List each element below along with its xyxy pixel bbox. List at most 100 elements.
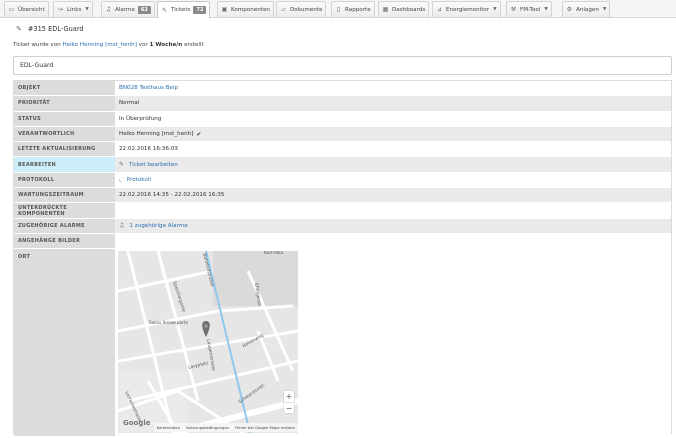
tab-label: Anlagen <box>576 6 599 13</box>
tab-label: Energiemonitor <box>446 6 490 13</box>
tab-links[interactable]: ↪ Links ▼ <box>53 1 93 17</box>
detail-row-zugehoerige-alarme: ZUGEHÖRIGE ALARME ♫ 1 zugehörige Alarme <box>14 218 671 234</box>
zoom-in-button[interactable]: + <box>284 391 294 402</box>
detail-row-prioritaet: PRIORITÄT Normal <box>14 96 671 112</box>
chart-icon: ⊿ <box>436 6 443 13</box>
detail-row-bearbeiten: BEARBEITEN ✎ Ticket bearbeiten <box>14 157 671 173</box>
detail-row-objekt: OBJEKT BN028 Testhaus Belp <box>14 81 671 97</box>
related-alarms-link[interactable]: 1 zugehörige Alarme <box>129 223 187 229</box>
map-attribution: Kartendaten Nutzungsbedingungen Fehler b… <box>153 423 298 433</box>
ticket-icon: ✎ <box>16 25 22 33</box>
ticket-name: EDL-Guard <box>20 62 54 69</box>
detail-label: LETZTE AKTUALISIERUNG <box>14 142 115 157</box>
tab-label: Dokumente <box>290 6 323 13</box>
document-icon: ▯ <box>336 6 341 13</box>
detail-row-wartungszeitraum: WARTUNGSZEITRAUM 22.02.2016 14:35 - 22.0… <box>14 188 671 204</box>
created-info: Ticket wurde von Heiko Henning [mst_henh… <box>13 42 204 48</box>
suppressed-components-value <box>115 203 671 218</box>
created-suffix: erstellt <box>184 42 204 48</box>
tab-fm-tool[interactable]: ⚒ FM-Tool ▼ <box>506 1 552 17</box>
ticket-count-badge: 72 <box>193 6 207 14</box>
last-update-value: 22.02.2016 16:36:03 <box>115 142 671 157</box>
folder-icon: ▱ <box>281 6 286 13</box>
tab-label: FM-Tool <box>520 6 541 13</box>
tab-alarme[interactable]: ♫ Alarme 62 <box>101 1 155 17</box>
page-title: ✎ #315 EDL-Guard <box>16 25 84 33</box>
detail-label: ORT <box>14 249 115 437</box>
tab-dashboards[interactable]: ▦ Dashboards <box>378 1 430 17</box>
detail-row-verantwortlich: VERANTWORTLICH Heiko Henning [mst_henh] ✔ <box>14 126 671 143</box>
detail-row-angehaenge-bilder: ANGEHÄNGE BILDER <box>14 233 671 250</box>
detail-label: ANGEHÄNGE BILDER <box>14 233 115 249</box>
share-icon: ↪ <box>57 6 64 13</box>
tab-energiemonitor[interactable]: ⊿ Energiemonitor ▼ <box>432 1 501 17</box>
ticket-name-field: EDL-Guard <box>13 56 672 75</box>
detail-label: BEARBEITEN <box>14 157 115 172</box>
report-error-link[interactable]: Fehler bei Google Maps melden <box>232 425 298 430</box>
detail-label: ZUGEHÖRIGE ALARME <box>14 218 115 233</box>
zoom-out-button[interactable]: − <box>284 402 294 413</box>
detail-label: OBJEKT <box>14 81 115 96</box>
monitor-icon: ▭ <box>8 6 15 13</box>
created-prefix: Ticket wurde von <box>13 42 61 48</box>
tab-tickets[interactable]: ✎ Tickets 72 <box>157 1 211 18</box>
alarm-count-badge: 62 <box>137 5 151 14</box>
detail-row-protokoll: PROTOKOLL ⌞ Protokoll <box>14 172 671 189</box>
tab-dokumente[interactable]: ▱ Dokumente <box>276 1 327 17</box>
ticket-icon: ✎ <box>161 6 168 14</box>
tab-anlagen[interactable]: ⚙ Anlagen ▼ <box>562 1 611 17</box>
top-navigation: ▭ Übersicht ↪ Links ▼ ♫ Alarme 62 ✎ Tickets 72 … <box>0 0 676 18</box>
dashboard-icon: ▦ <box>382 6 389 13</box>
detail-label: PROTOKOLL <box>14 172 115 188</box>
map-data-link[interactable]: Kartendaten <box>154 425 184 430</box>
tab-label: Komponenten <box>231 6 270 13</box>
tab-label: Rapporte <box>345 6 371 13</box>
check-icon: ✔ <box>196 130 202 138</box>
chevron-down-icon: ▼ <box>602 7 607 12</box>
protocol-link[interactable]: Protokoll <box>127 177 151 183</box>
detail-label: WARTUNGSZEITRAUM <box>14 188 115 203</box>
created-mid: vor <box>138 42 148 48</box>
tab-label: Übersicht <box>18 6 45 13</box>
maintenance-period-value: 22.02.2016 14:35 - 22.02.2016 16:35 <box>115 188 671 203</box>
google-logo: Google <box>123 419 151 428</box>
tab-uebersicht[interactable]: ▭ Übersicht <box>4 1 49 17</box>
tab-label: Links <box>67 6 82 13</box>
detail-label: VERANTWORTLICH <box>14 126 115 142</box>
terms-link[interactable]: Nutzungsbedingungen <box>183 425 232 430</box>
wrench-icon: ⚒ <box>510 6 517 13</box>
detail-row-ort: ORT Karl-Pala Swiss Snowsports Speicherg… <box>14 249 671 437</box>
attached-images-value <box>115 233 671 249</box>
tab-label: Dashboards <box>392 6 426 13</box>
location-map[interactable]: Karl-Pala Swiss Snowsports Speichergasse… <box>118 251 298 434</box>
chevron-down-icon: ▼ <box>493 7 497 12</box>
detail-row-letzte-aktualisierung: LETZTE AKTUALISIERUNG 22.02.2016 16:36:0… <box>14 142 671 158</box>
detail-row-unterdrueckte-komponenten: UNTERDRÜCKTE KOMPONENTEN <box>14 203 671 219</box>
plant-icon: ⚙ <box>566 6 573 13</box>
detail-label: UNTERDRÜCKTE KOMPONENTEN <box>14 203 115 218</box>
log-icon: ⌞ <box>119 176 122 184</box>
chevron-down-icon: ▼ <box>85 7 89 12</box>
edit-ticket-link[interactable]: Ticket bearbeiten <box>129 162 178 168</box>
component-icon: ▣ <box>221 6 228 13</box>
detail-row-status: STATUS In Überprüfung <box>14 111 671 127</box>
responsible-value: Heiko Henning [mst_henh] <box>119 131 194 138</box>
bell-icon: ♫ <box>105 6 112 13</box>
map-zoom-control: + − <box>284 391 294 414</box>
edit-icon: ✎ <box>119 161 125 169</box>
tab-rapporte[interactable]: ▯ Rapporte <box>331 1 375 17</box>
map-label-karl: Karl-Pala <box>264 251 284 257</box>
priority-value: Normal <box>115 96 671 111</box>
tab-komponenten[interactable]: ▣ Komponenten <box>217 1 274 17</box>
detail-label: STATUS <box>14 111 115 126</box>
status-value: In Überprüfung <box>115 111 671 126</box>
tab-label: Alarme <box>115 6 135 13</box>
creator-link[interactable]: Heiko Henning [mst_henh] <box>62 42 136 48</box>
tab-label: Tickets <box>171 7 191 13</box>
ticket-details-table: OBJEKT BN028 Testhaus Belp PRIORITÄT Nor… <box>13 80 672 437</box>
object-link[interactable]: BN028 Testhaus Belp <box>119 85 178 91</box>
bell-icon: ♫ <box>119 222 125 230</box>
ticket-title: #315 EDL-Guard <box>27 25 84 33</box>
chevron-down-icon: ▼ <box>544 7 548 12</box>
created-age: 1 Woche/n <box>149 42 183 48</box>
